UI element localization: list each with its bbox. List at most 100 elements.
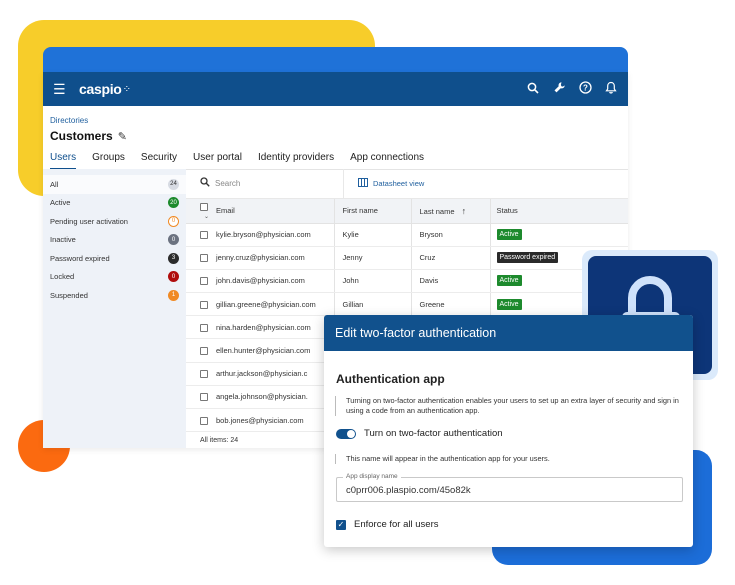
row-checkbox[interactable] — [200, 231, 208, 240]
column-header-email[interactable]: Email — [216, 199, 334, 224]
enforce-label: Enforce for all users — [354, 519, 439, 530]
hamburger-menu-icon[interactable]: ☰ — [53, 81, 73, 98]
status-badge: Active — [496, 229, 522, 241]
search-icon[interactable] — [526, 82, 540, 97]
section-description: Turning on two-factor authentication ena… — [335, 396, 685, 416]
cell-email: john.davis@physician.com — [216, 269, 334, 294]
list-toolbar: Search Datasheet view — [186, 168, 628, 199]
tab-user-portal[interactable]: User portal — [193, 150, 242, 170]
bell-icon[interactable] — [604, 81, 618, 97]
section-title: Authentication app — [336, 372, 445, 386]
cell-email: ellen.hunter@physician.com — [216, 338, 334, 363]
sidebar-item-suspended[interactable]: Suspended 1 — [43, 286, 186, 305]
toggle-knob — [347, 429, 355, 438]
two-factor-toggle-row[interactable]: Turn on two-factor authentication — [336, 428, 503, 439]
table-row[interactable]: gillian.greene@physician.com Gillian Green… — [186, 292, 628, 317]
app-display-name-field[interactable]: App display name c0prr006.plaspio.com/45… — [336, 473, 683, 502]
page-title-text: Customers — [50, 129, 113, 143]
cell-email: gillian.greene@physician.com — [216, 292, 334, 317]
count-badge: 0 — [168, 234, 179, 246]
svg-text:?: ? — [583, 83, 588, 92]
logo-mark-icon: ⁘ — [122, 83, 131, 95]
sidebar-item-pending-user-activation[interactable]: Pending user activation 0 — [43, 212, 186, 231]
tab-bar: Users Groups Security User portal Identi… — [43, 150, 628, 170]
datasheet-grid-icon[interactable] — [358, 177, 368, 190]
enforce-row[interactable]: ✓ Enforce for all users — [336, 519, 438, 530]
cell-email: jenny.cruz@physician.com — [216, 246, 334, 270]
sidebar-item-label: Inactive — [50, 235, 76, 245]
cell-email: angela.johnson@physician. — [216, 385, 334, 410]
cell-first-name: John — [333, 269, 411, 294]
datasheet-view-link[interactable]: Datasheet view — [373, 179, 424, 188]
sidebar-item-label: All — [50, 179, 59, 189]
sidebar-item-label: Locked — [50, 272, 75, 282]
cell-email: arthur.jackson@physician.c — [216, 362, 334, 386]
sidebar-item-label: Active — [50, 198, 71, 208]
row-checkbox[interactable] — [200, 416, 208, 425]
cell-last-name: Cruz — [410, 246, 490, 270]
tab-groups[interactable]: Groups — [92, 150, 125, 170]
sidebar-item-label: Suspended — [50, 290, 88, 300]
enforce-checkbox[interactable]: ✓ — [336, 519, 346, 530]
cell-last-name: Greene — [410, 292, 490, 317]
row-checkbox[interactable] — [200, 323, 208, 332]
help-icon[interactable]: ? — [578, 81, 592, 97]
count-badge: 1 — [168, 289, 179, 301]
cell-last-name: Davis — [410, 269, 490, 294]
sidebar-item-label: Password expired — [50, 253, 110, 263]
search-input[interactable]: Search — [215, 179, 343, 188]
breadcrumb[interactable]: Directories — [50, 116, 628, 125]
cell-first-name: Jenny — [333, 246, 411, 270]
count-badge: 20 — [168, 197, 179, 209]
tab-security[interactable]: Security — [141, 150, 177, 170]
tab-users[interactable]: Users — [50, 150, 77, 170]
row-checkbox[interactable] — [200, 393, 208, 402]
status-filter-sidebar: All 24 Active 20 Pending user activation… — [43, 169, 186, 448]
count-badge: 24 — [168, 178, 179, 190]
modal-title: Edit two-factor authentication — [324, 315, 693, 351]
sidebar-item-label: Pending user activation — [50, 216, 128, 226]
status-badge: Active — [496, 298, 522, 310]
sidebar-item-locked[interactable]: Locked 0 — [43, 268, 186, 287]
row-checkbox[interactable] — [200, 370, 208, 379]
cell-first-name: Gillian — [333, 292, 411, 317]
count-badge: 0 — [168, 271, 179, 283]
page-title: Customers ✎ — [50, 129, 628, 143]
cell-last-name: Bryson — [410, 223, 490, 247]
count-badge: 0 — [168, 215, 179, 227]
row-checkbox[interactable] — [200, 300, 208, 309]
tab-identity-providers[interactable]: Identity providers — [258, 150, 334, 170]
sidebar-item-active[interactable]: Active 20 — [43, 194, 186, 213]
cell-first-name: Kylie — [333, 223, 411, 247]
wrench-icon[interactable] — [552, 81, 566, 97]
row-checkbox[interactable] — [200, 277, 208, 286]
table-row[interactable]: john.davis@physician.com John Davis Active — [186, 269, 628, 294]
sidebar-item-password-expired[interactable]: Password expired 3 — [43, 249, 186, 268]
two-factor-toggle[interactable] — [336, 428, 356, 439]
tab-app-connections[interactable]: App connections — [350, 150, 424, 170]
column-header-status[interactable]: Status — [489, 199, 628, 224]
toolbar-divider — [343, 168, 344, 199]
sidebar-item-inactive[interactable]: Inactive 0 — [43, 231, 186, 250]
item-count-footer: All items: 24 — [200, 437, 239, 444]
column-header-first-name[interactable]: First name — [333, 199, 411, 224]
cell-email: bob.jones@physician.com — [216, 408, 334, 433]
app-display-name-input[interactable]: c0prr006.plaspio.com/45o82k — [346, 485, 471, 496]
app-name-note: This name will appear in the authenticat… — [335, 454, 550, 464]
row-checkbox[interactable] — [200, 254, 208, 263]
sort-ascending-icon[interactable]: ↑ — [462, 206, 467, 216]
status-badge: Password expired — [496, 252, 559, 264]
table-row[interactable]: jenny.cruz@physician.com Jenny Cruz Passwor… — [186, 246, 628, 270]
caspio-logo[interactable]: caspio — [79, 81, 122, 97]
column-header-last-name[interactable]: Last name ↑ — [410, 199, 490, 224]
pencil-edit-icon[interactable]: ✎ — [118, 130, 127, 143]
cell-email: nina.harden@physician.com — [216, 315, 334, 340]
sidebar-item-all[interactable]: All 24 — [43, 175, 186, 194]
table-header-row: ⌄ Email First name Last name ↑ Status — [186, 199, 628, 224]
select-all-checkbox[interactable] — [200, 202, 208, 211]
row-checkbox[interactable] — [200, 347, 208, 356]
chevron-down-icon[interactable]: ⌄ — [204, 214, 209, 220]
search-icon[interactable] — [200, 177, 210, 190]
table-row[interactable]: kylie.bryson@physician.com Kylie Bryson Act… — [186, 223, 628, 247]
field-label: App display name — [343, 473, 401, 480]
